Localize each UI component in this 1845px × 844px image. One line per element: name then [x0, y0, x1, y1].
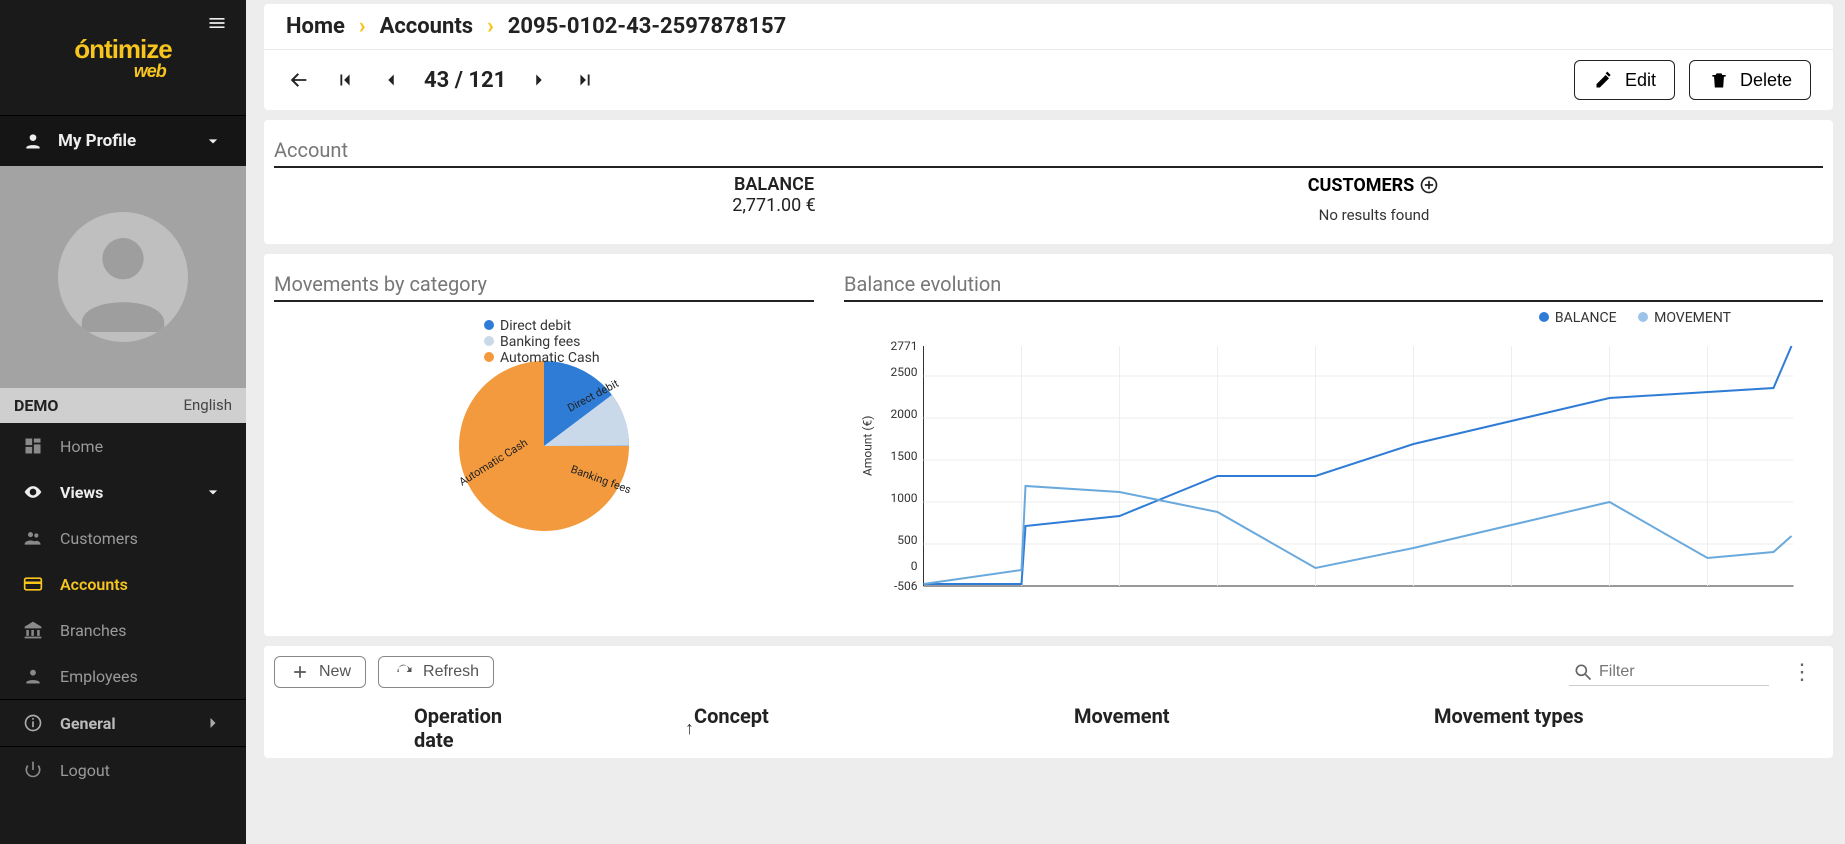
- refresh-button[interactable]: Refresh: [378, 656, 494, 688]
- person-icon: [22, 665, 44, 687]
- breadcrumb-accounts[interactable]: Accounts: [380, 14, 474, 39]
- sidebar-item-home[interactable]: Home: [0, 423, 246, 469]
- customers-header: CUSTOMERS: [1308, 174, 1441, 196]
- svg-text:0: 0: [911, 559, 918, 573]
- breadcrumb-current: 2095-0102-43-2597878157: [508, 14, 786, 39]
- chevron-down-icon: [202, 130, 224, 152]
- info-icon: [22, 712, 44, 734]
- table-header: Operation date ↑ Concept Movement Moveme…: [274, 704, 1823, 752]
- panel-title: Movements by category: [274, 262, 814, 302]
- sort-asc-icon: ↑: [685, 718, 694, 739]
- breadcrumb-home[interactable]: Home: [286, 14, 345, 39]
- pie-chart: Direct debit Banking fees Automatic Cash: [424, 346, 664, 546]
- first-page-button[interactable]: [332, 67, 358, 93]
- refresh-icon: [393, 661, 415, 683]
- eye-icon: [22, 481, 44, 503]
- sidebar-item-customers[interactable]: Customers: [0, 515, 246, 561]
- sidebar-group-label: General: [60, 714, 116, 733]
- panel-title: Account: [274, 128, 1823, 168]
- svg-text:1000: 1000: [891, 491, 918, 505]
- sidebar: óntimize web My Profile DEMO English: [0, 0, 246, 844]
- username-label: DEMO: [14, 396, 58, 415]
- sidebar-item-branches[interactable]: Branches: [0, 607, 246, 653]
- bank-icon: [22, 619, 44, 641]
- sidebar-item-label: Employees: [60, 667, 138, 686]
- sidebar-item-label: Branches: [60, 621, 127, 640]
- line-chart: 2771 2500 2000 1500 1000 500 0 -506: [844, 326, 1823, 616]
- record-toolbar: 43 / 121 Edit Delete: [264, 50, 1833, 110]
- balance-value: 2,771.00 €: [534, 195, 1014, 216]
- sidebar-item-label: Logout: [60, 761, 110, 780]
- my-profile-label: My Profile: [58, 131, 136, 151]
- sidebar-item-employees[interactable]: Employees: [0, 653, 246, 699]
- customers-empty-msg: No results found: [1134, 206, 1614, 224]
- svg-text:Amount (€): Amount (€): [861, 416, 875, 476]
- panel-title: Balance evolution: [844, 262, 1823, 302]
- sidebar-item-accounts[interactable]: Accounts: [0, 561, 246, 607]
- hamburger-icon[interactable]: [206, 12, 228, 34]
- filter-input[interactable]: [1599, 663, 1765, 681]
- col-concept[interactable]: Concept: [694, 704, 1074, 752]
- delete-button[interactable]: Delete: [1689, 60, 1811, 100]
- user-row: DEMO English: [0, 388, 246, 423]
- new-button[interactable]: New: [274, 656, 366, 688]
- dashboard-icon: [22, 435, 44, 457]
- pencil-icon: [1593, 69, 1615, 91]
- search-icon: [1573, 661, 1593, 683]
- prev-button[interactable]: [378, 67, 404, 93]
- edit-button[interactable]: Edit: [1574, 60, 1675, 100]
- credit-card-icon: [22, 573, 44, 595]
- avatar-placeholder-icon: [58, 212, 188, 342]
- sidebar-group-views[interactable]: Views: [0, 469, 246, 515]
- col-movement-types[interactable]: Movement types: [1434, 704, 1794, 752]
- svg-text:2500: 2500: [891, 365, 918, 379]
- line-legend: BALANCE MOVEMENT: [844, 310, 1823, 326]
- balance-label: BALANCE: [534, 174, 1014, 195]
- add-circle-icon[interactable]: [1418, 174, 1440, 196]
- sidebar-group-general[interactable]: General: [0, 699, 246, 747]
- back-button[interactable]: [286, 67, 312, 93]
- chevron-down-icon: [202, 481, 224, 503]
- main: Home › Accounts › 2095-0102-43-259787815…: [246, 0, 1845, 844]
- sidebar-group-label: Views: [60, 483, 103, 502]
- svg-text:2000: 2000: [891, 407, 918, 421]
- account-panel: Account BALANCE 2,771.00 € CUSTOMERS No …: [264, 120, 1833, 244]
- avatar-block: [0, 166, 246, 388]
- last-page-button[interactable]: [572, 67, 598, 93]
- sidebar-my-profile[interactable]: My Profile: [0, 115, 246, 166]
- charts-panel: Movements by category Direct debit Banki…: [264, 254, 1833, 636]
- pie-chart-box: Movements by category Direct debit Banki…: [274, 262, 814, 620]
- power-icon: [22, 759, 44, 781]
- sidebar-item-label: Customers: [60, 529, 138, 548]
- svg-text:-506: -506: [894, 579, 918, 593]
- sidebar-item-label: Home: [60, 437, 103, 456]
- line-chart-box: Balance evolution BALANCE MOVEMENT 2771 …: [844, 262, 1823, 620]
- breadcrumb: Home › Accounts › 2095-0102-43-259787815…: [264, 4, 1833, 50]
- next-button[interactable]: [526, 67, 552, 93]
- movements-table: New Refresh ⋮ Operation date ↑ Conc: [264, 646, 1833, 758]
- chevron-right-icon: ›: [359, 14, 366, 39]
- svg-text:1500: 1500: [891, 449, 918, 463]
- pager-display: 43 / 121: [424, 68, 506, 93]
- sidebar-item-label: Accounts: [60, 575, 128, 594]
- user-icon: [22, 130, 44, 152]
- chevron-right-icon: ›: [487, 14, 494, 39]
- col-movement[interactable]: Movement: [1074, 704, 1434, 752]
- brand-logo: óntimize web: [74, 34, 171, 82]
- chevron-right-icon: [202, 712, 224, 734]
- trash-icon: [1708, 69, 1730, 91]
- pie-legend: Direct debit Banking fees Automatic Cash: [484, 318, 600, 366]
- svg-text:2771: 2771: [891, 339, 918, 353]
- more-menu-icon[interactable]: ⋮: [1781, 660, 1823, 685]
- language-label[interactable]: English: [183, 396, 232, 415]
- col-operation-date[interactable]: Operation date ↑: [274, 704, 694, 752]
- svg-text:500: 500: [897, 533, 917, 547]
- plus-icon: [289, 661, 311, 683]
- sidebar-item-logout[interactable]: Logout: [0, 747, 246, 793]
- filter-input-wrap[interactable]: [1569, 659, 1769, 686]
- people-icon: [22, 527, 44, 549]
